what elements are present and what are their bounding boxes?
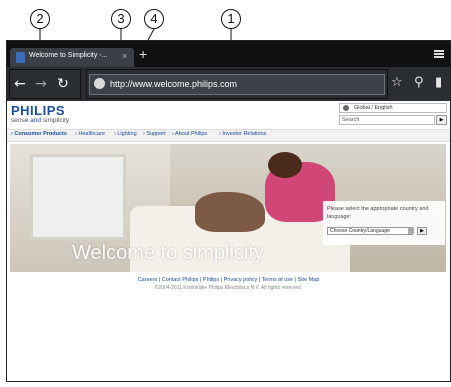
browser-window: Welcome to Simplicity -... × + ← → ↻ htt… <box>6 40 451 382</box>
nav-lighting[interactable]: › Lighting <box>114 131 137 137</box>
footer-copyright: ©2004-2011 Koninklijke Philips Electroni… <box>154 285 303 291</box>
search-go-button[interactable]: ▶ <box>436 115 447 125</box>
site-search-input[interactable]: Search <box>339 115 435 125</box>
philips-logo[interactable]: PHILIPS <box>11 103 65 118</box>
nav-buttons-highlight <box>9 69 81 99</box>
country-selector-panel: Please select the appropriate country an… <box>323 201 445 245</box>
browser-tab[interactable]: Welcome to Simplicity -... × <box>10 48 134 67</box>
new-tab-icon[interactable]: + <box>139 46 147 62</box>
callout-2: 2 <box>30 9 50 29</box>
favicon-icon <box>16 52 25 63</box>
callout-1: 1 <box>221 9 241 29</box>
hero-title: Welcome to simplicity <box>72 242 264 264</box>
country-prompt: Please select the appropriate country an… <box>327 206 429 220</box>
tab-strip: Welcome to Simplicity -... × + <box>7 41 450 67</box>
tagline: sense and simplicity <box>11 117 70 124</box>
web-page: PHILIPS sense and simplicity Global / En… <box>7 101 450 381</box>
site-nav: › Consumer Products › Healthcare › Light… <box>7 129 450 142</box>
nav-healthcare[interactable]: › Healthcare <box>75 131 105 137</box>
nav-consumer-products[interactable]: › Consumer Products <box>11 131 67 137</box>
bookmarks-icon[interactable]: ▮ <box>435 75 442 90</box>
hero-banner: Welcome to simplicity Please select the … <box>10 144 446 272</box>
menu-icon[interactable] <box>434 50 444 58</box>
nav-investor-relations[interactable]: › Investor Relations <box>219 131 266 137</box>
tab-title: Welcome to Simplicity -... <box>29 52 108 59</box>
footer-links[interactable]: Careers | Contact Philips | Philips | Pr… <box>7 277 450 283</box>
address-bar-highlight <box>86 69 388 99</box>
country-go-button[interactable]: ▶ <box>417 227 427 235</box>
search-icon[interactable]: ⚲ <box>414 75 424 90</box>
hero-window-image <box>30 154 126 240</box>
country-language-select[interactable]: Choose Country/Language <box>327 227 414 235</box>
hero-man-image <box>195 192 265 232</box>
callout-4: 4 <box>144 9 164 29</box>
bookmark-star-icon[interactable]: ☆ <box>391 75 403 90</box>
close-tab-icon[interactable]: × <box>122 51 127 61</box>
nav-about-philips[interactable]: › About Philips <box>172 131 207 137</box>
globe-icon <box>343 105 349 111</box>
nav-support[interactable]: › Support <box>143 131 166 137</box>
callout-3: 3 <box>111 9 131 29</box>
region-selector[interactable]: Global / English <box>339 103 447 113</box>
chevron-down-icon <box>408 228 414 234</box>
